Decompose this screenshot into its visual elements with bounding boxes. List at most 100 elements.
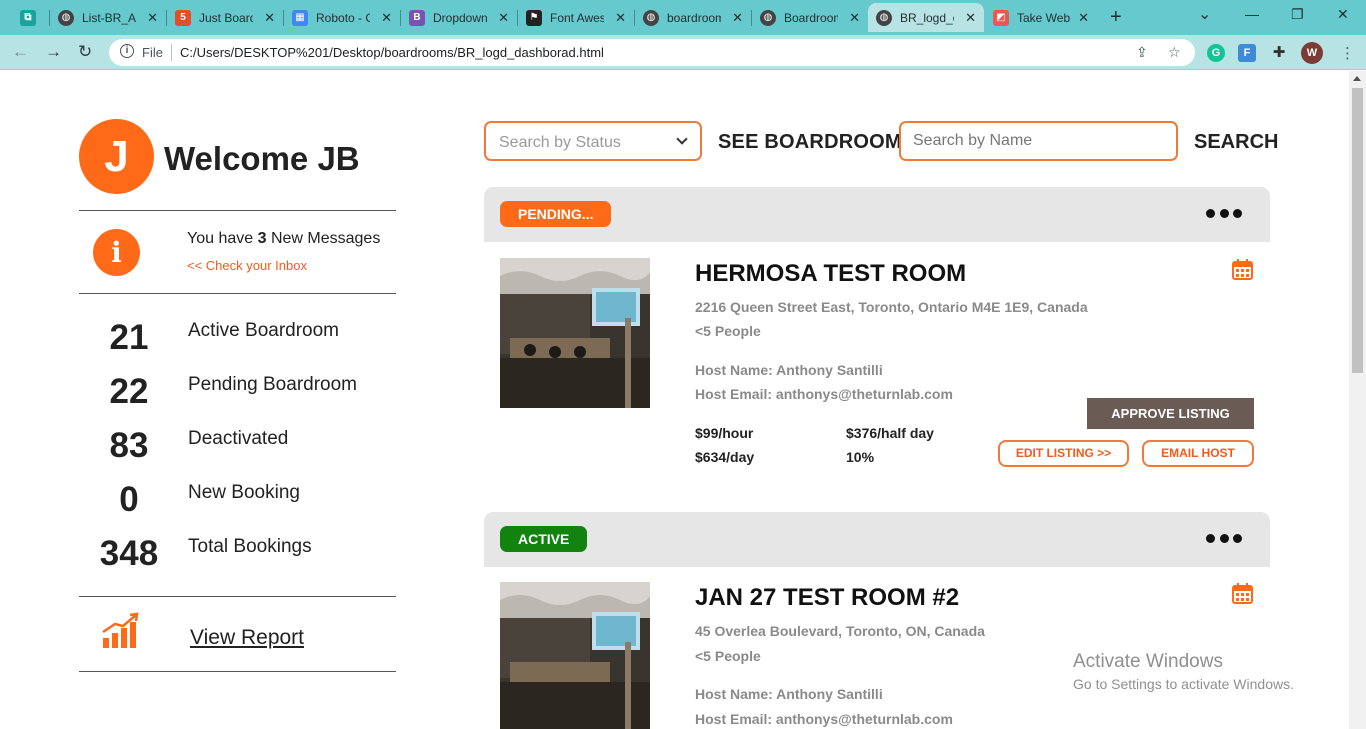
host-email: Host Email: anthonys@theturnlab.com — [695, 386, 953, 402]
close-icon[interactable]: ✕ — [147, 10, 158, 26]
status-filter-select[interactable]: Search by Status — [484, 121, 702, 161]
user-avatar: J — [79, 119, 154, 194]
close-icon[interactable]: ✕ — [1078, 10, 1089, 26]
listing-title[interactable]: JAN 27 TEST ROOM #2 — [695, 584, 959, 612]
close-icon[interactable]: ✕ — [498, 10, 509, 26]
stat-deactivated-value: 83 — [109, 426, 149, 465]
stat-new-booking-label: New Booking — [188, 482, 300, 503]
approve-listing-button[interactable]: APPROVE LISTING — [1087, 398, 1254, 429]
address-bar[interactable]: i File C:/Users/DESKTOP%201/Desktop/boar… — [109, 39, 1195, 66]
bookmark-star-icon[interactable]: ☆ — [1168, 44, 1181, 61]
check-inbox-link[interactable]: << Check your Inbox — [187, 258, 307, 273]
calendar-icon[interactable] — [1232, 259, 1253, 280]
price-day: $634/day — [695, 449, 755, 465]
more-options-icon[interactable] — [1206, 532, 1242, 544]
more-menu-icon[interactable]: ⋮ — [1340, 44, 1355, 62]
close-window-icon[interactable]: ✕ — [1337, 6, 1349, 23]
profile-avatar[interactable]: W — [1301, 42, 1323, 64]
divider — [79, 293, 396, 294]
scrollbar-thumb[interactable] — [1352, 88, 1363, 373]
listing-card-header: PENDING... — [484, 187, 1270, 242]
stat-new-booking-value: 0 — [119, 480, 139, 519]
close-icon[interactable]: ✕ — [381, 10, 392, 26]
host-name: Host Name: Anthony Santilli — [695, 362, 883, 378]
calendar-icon[interactable] — [1232, 583, 1253, 604]
room-photo — [500, 258, 650, 408]
tab-label: Boardroom — [784, 10, 838, 25]
listing-card-header: ACTIVE — [484, 512, 1270, 567]
edit-listing-button[interactable]: EDIT LISTING >> — [998, 440, 1129, 467]
more-options-icon[interactable] — [1206, 207, 1242, 219]
tab-list-br[interactable]: ◍ List-BR_Ad ✕ — [50, 3, 166, 32]
info-icon: i — [93, 229, 140, 276]
stat-pending-label: Pending Boardroom — [188, 374, 357, 395]
forward-icon[interactable]: → — [45, 42, 62, 62]
tab-label: boardroom — [667, 10, 721, 25]
view-report-link[interactable]: View Report — [190, 626, 304, 650]
browser-toolbar: ← → ↻ i File C:/Users/DESKTOP%201/Deskto… — [0, 35, 1366, 70]
welcome-heading: Welcome JB — [164, 140, 360, 177]
scroll-up-arrow-icon[interactable] — [1353, 76, 1361, 81]
tab-br-logd-active[interactable]: ◍ BR_logd_d ✕ — [868, 3, 984, 32]
tab-dropdown[interactable]: B Dropdown ✕ — [401, 3, 517, 32]
tab-boardroom-2[interactable]: ◍ Boardroom ✕ — [752, 3, 868, 32]
page-scrollbar[interactable] — [1349, 71, 1366, 729]
close-icon[interactable]: ✕ — [615, 10, 626, 26]
listing-title[interactable]: HERMOSA TEST ROOM — [695, 260, 966, 288]
activate-windows-subtitle: Go to Settings to activate Windows. — [1073, 676, 1294, 692]
divider — [79, 671, 396, 672]
info-icon[interactable]: i — [120, 44, 134, 58]
divider — [79, 596, 396, 597]
close-icon[interactable]: ✕ — [732, 10, 743, 26]
listing-capacity: <5 People — [695, 323, 761, 339]
host-name: Host Name: Anthony Santilli — [695, 686, 883, 702]
globe-icon: ◍ — [58, 9, 74, 26]
messages-count: 3 — [257, 230, 267, 247]
screenshot-icon: ◩ — [993, 9, 1009, 26]
tab-label: List-BR_Ad — [82, 10, 136, 25]
search-by-name-input[interactable] — [899, 121, 1178, 161]
activate-windows-title: Activate Windows — [1073, 651, 1223, 672]
stat-total-bookings-value: 348 — [99, 534, 159, 573]
tab-search-chevron-icon[interactable]: ⌄ — [1198, 4, 1211, 24]
see-boardroom-button[interactable]: SEE BOARDROOM — [718, 131, 902, 154]
email-host-button[interactable]: EMAIL HOST — [1142, 440, 1254, 467]
listing-address: 45 Overlea Boulevard, Toronto, ON, Canad… — [695, 623, 985, 639]
globe-icon: ◍ — [760, 9, 776, 26]
stat-deactivated-label: Deactivated — [188, 428, 289, 449]
bootstrap-icon: B — [409, 9, 425, 26]
new-tab-icon[interactable]: + — [1110, 6, 1122, 29]
status-filter-placeholder: Search by Status — [499, 134, 621, 151]
tab-label: Take Web — [1017, 10, 1071, 25]
close-icon[interactable]: ✕ — [264, 10, 275, 26]
reload-icon[interactable]: ↻ — [78, 42, 92, 62]
google-fonts-icon: ▦ — [292, 9, 308, 26]
file-label: File — [142, 45, 163, 60]
close-icon[interactable]: ✕ — [849, 10, 860, 26]
messages-prefix: You have — [187, 230, 258, 247]
search-button[interactable]: SEARCH — [1194, 131, 1278, 154]
font-inspector-icon[interactable]: F — [1238, 44, 1256, 62]
share-icon[interactable]: ⇪ — [1136, 44, 1148, 61]
restore-icon[interactable]: ❐ — [1291, 6, 1304, 23]
extensions-puzzle-icon[interactable]: ✚ — [1270, 44, 1288, 62]
minimize-icon[interactable]: — — [1245, 6, 1259, 22]
tab-take-web[interactable]: ◩ Take Web ✕ — [985, 3, 1097, 32]
tab-app[interactable]: ⧉ — [12, 3, 48, 32]
tab-label: Font Awes — [550, 10, 604, 25]
tab-boardroom-1[interactable]: ◍ boardroom ✕ — [635, 3, 751, 32]
browser-tab-strip: ⧉ ◍ List-BR_Ad ✕ 5 Just Board ✕ ▦ Roboto… — [0, 0, 1366, 35]
divider — [79, 210, 396, 211]
back-icon[interactable]: ← — [12, 42, 29, 62]
close-icon[interactable]: ✕ — [965, 10, 976, 26]
price-half-day: $376/half day — [846, 425, 934, 441]
tab-font-awesome[interactable]: ⚑ Font Awes ✕ — [518, 3, 634, 32]
listing-address: 2216 Queen Street East, Toronto, Ontario… — [695, 299, 1088, 315]
url-text[interactable]: C:/Users/DESKTOP%201/Desktop/boardrooms/… — [180, 45, 604, 60]
grammarly-icon[interactable]: G — [1207, 44, 1225, 62]
tab-roboto[interactable]: ▦ Roboto - G ✕ — [284, 3, 400, 32]
messages-summary: You have 3 New Messages — [187, 230, 380, 248]
stat-total-bookings-label: Total Bookings — [188, 536, 312, 557]
tab-label: BR_logd_d — [900, 10, 954, 25]
tab-just-board[interactable]: 5 Just Board ✕ — [167, 3, 283, 32]
